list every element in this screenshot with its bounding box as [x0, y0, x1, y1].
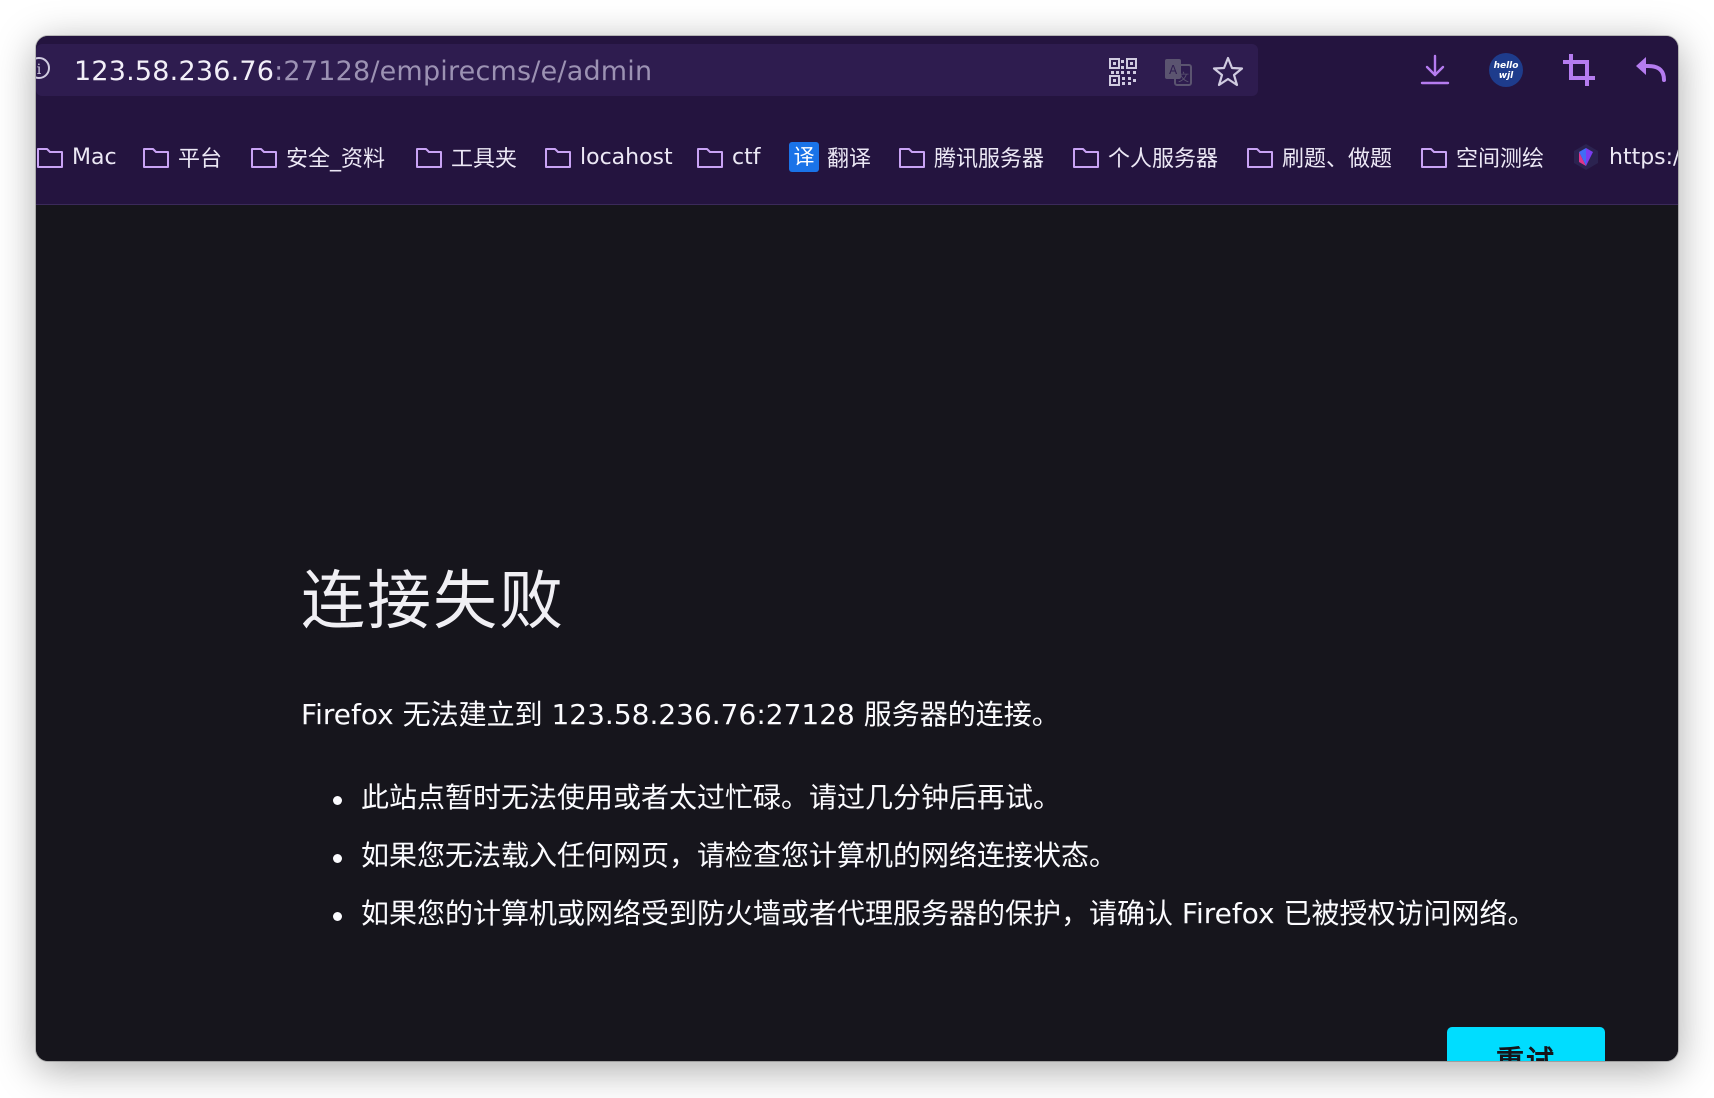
bookmark-folder-tools[interactable]: 工具夹	[415, 142, 517, 172]
folder-icon	[37, 148, 63, 168]
svg-text:wjl: wjl	[1499, 71, 1514, 81]
folder-icon	[697, 148, 723, 168]
svg-text:文: 文	[1178, 70, 1189, 84]
svg-text:A: A	[1169, 63, 1178, 77]
qr-code-icon[interactable]	[1108, 57, 1138, 87]
bookmark-folder-security[interactable]: 安全_资料	[250, 142, 385, 172]
hello-wjl-extension-icon[interactable]: hello wjl	[1488, 52, 1524, 88]
translate-icon[interactable]: A 文	[1163, 57, 1193, 87]
navigation-toolbar: i 123.58.236.76:27128/empirecms/e/admin	[36, 36, 1678, 104]
list-item: 如果您的计算机或网络受到防火墙或者代理服务器的保护，请确认 Firefox 已被…	[333, 885, 1535, 943]
bookmark-folder-exercises[interactable]: 刷题、做题	[1246, 142, 1392, 172]
undo-arrow-icon[interactable]	[1634, 53, 1668, 87]
error-title: 连接失败	[301, 565, 565, 639]
info-icon[interactable]: i	[36, 57, 50, 79]
error-suggestions-list: 此站点暂时无法使用或者太过忙碌。请过几分钟后再试。 如果您无法载入任何网页，请检…	[333, 769, 1535, 943]
folder-icon	[1073, 148, 1099, 168]
bookmark-label: 工具夹	[451, 147, 518, 172]
error-description: Firefox 无法建立到 123.58.236.76:27128 服务器的连接…	[301, 698, 1060, 731]
list-item: 如果您无法载入任何网页，请检查您计算机的网络连接状态。	[333, 827, 1535, 885]
bookmark-folder-tencent-server[interactable]: 腾讯服务器	[898, 142, 1044, 172]
bookmark-label: 刷题、做题	[1282, 147, 1393, 172]
bookmark-https-link[interactable]: https:/	[1573, 142, 1678, 172]
bookmarks-toolbar: Mac 平台 安全_资料 工具夹 locahost ctf 译 翻译 腾讯服务器	[36, 104, 1678, 205]
crop-icon[interactable]	[1562, 53, 1596, 87]
bookmark-label: 翻译	[827, 147, 872, 172]
list-item: 此站点暂时无法使用或者太过忙碌。请过几分钟后再试。	[333, 769, 1535, 827]
bookmark-label: locahost	[580, 144, 673, 170]
download-icon[interactable]	[1418, 53, 1452, 87]
url-bar[interactable]: i 123.58.236.76:27128/empirecms/e/admin	[36, 44, 1258, 96]
bookmark-folder-ctf[interactable]: ctf	[696, 142, 760, 172]
bookmark-label: 安全_资料	[286, 147, 386, 172]
url-path: :27128/empirecms/e/admin	[274, 56, 653, 87]
bookmark-label: 平台	[178, 147, 223, 172]
bookmark-label: Mac	[72, 144, 117, 170]
folder-icon	[416, 148, 442, 168]
bookmark-folder-mac[interactable]: Mac	[36, 142, 117, 172]
svg-text:hello: hello	[1494, 61, 1519, 71]
bookmark-label: https:/	[1609, 144, 1678, 170]
translate-badge-icon: 译	[789, 142, 819, 172]
star-icon[interactable]	[1211, 55, 1245, 89]
bookmark-label: 腾讯服务器	[934, 147, 1045, 172]
folder-icon	[143, 148, 169, 168]
folder-icon	[545, 148, 571, 168]
bookmark-folder-personal-server[interactable]: 个人服务器	[1072, 142, 1218, 172]
folder-icon	[899, 148, 925, 168]
folder-icon	[1247, 148, 1273, 168]
bookmark-folder-cyberspace-mapping[interactable]: 空间测绘	[1420, 142, 1544, 172]
error-page: 连接失败 Firefox 无法建立到 123.58.236.76:27128 服…	[36, 205, 1678, 1061]
bookmark-label: ctf	[732, 144, 761, 170]
bookmark-folder-localhost[interactable]: locahost	[544, 142, 673, 172]
retry-button[interactable]: 重试	[1447, 1027, 1605, 1061]
bookmark-folder-platform[interactable]: 平台	[142, 142, 222, 172]
browser-window: i 123.58.236.76:27128/empirecms/e/admin	[36, 36, 1678, 1061]
folder-icon	[1421, 148, 1447, 168]
url-text[interactable]: 123.58.236.76:27128/empirecms/e/admin	[74, 56, 652, 87]
bookmark-label: 个人服务器	[1108, 147, 1219, 172]
hexagon-logo-icon	[1574, 144, 1598, 170]
bookmark-label: 空间测绘	[1456, 147, 1545, 172]
bookmark-translate[interactable]: 译 翻译	[789, 142, 871, 172]
url-host: 123.58.236.76	[74, 56, 275, 87]
folder-icon	[251, 148, 277, 168]
